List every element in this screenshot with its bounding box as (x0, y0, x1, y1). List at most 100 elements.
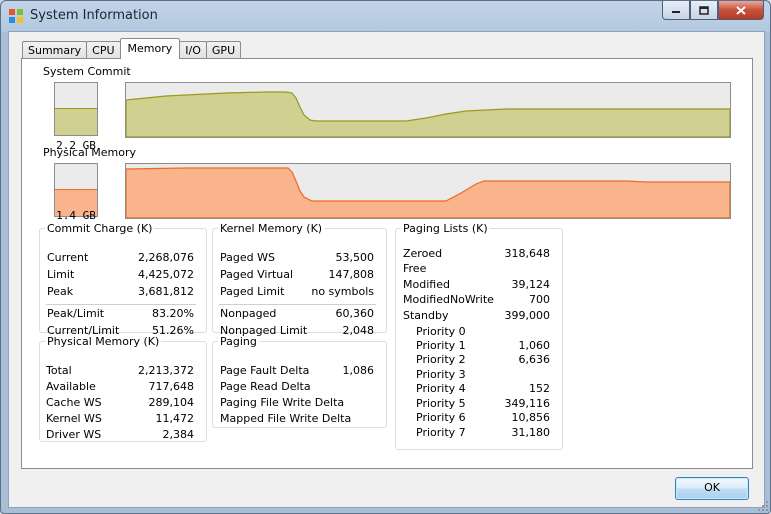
pm-available-row: Available 717,648 (40, 380, 206, 395)
pl-priority-5-value: 349,116 (504, 397, 551, 410)
system-information-window: System Information Summary CPU Memory I/… (0, 0, 771, 514)
tab-summary[interactable]: Summary (22, 41, 88, 59)
pm-driver-ws-label: Driver WS (46, 428, 102, 441)
physical-memory-title: Physical Memory (K) (47, 335, 160, 348)
commit-charge-group: Commit Charge (K) Current 2,268,076 Limit… (39, 222, 207, 337)
pl-zeroed-label: Zeroed (403, 247, 443, 260)
app-icon (9, 9, 23, 23)
commit-peak-row: Peak 3,681,812 (40, 285, 206, 300)
system-commit-label: System Commit (43, 65, 131, 78)
commit-charge-title: Commit Charge (K) (47, 222, 153, 235)
pm-driver-ws-value: 2,384 (162, 428, 195, 441)
pm-total-value: 2,213,372 (138, 364, 194, 377)
pl-priority-5-row: Priority 5 349,116 (396, 397, 562, 412)
dialog-client: Summary CPU Memory I/O GPU System Commit… (8, 31, 765, 508)
tab-gpu[interactable]: GPU (205, 41, 242, 59)
pl-priority-6-value: 10,856 (511, 411, 551, 424)
peak-limit-label: Peak/Limit (47, 307, 105, 320)
pl-modified-nowrite-row: ModifiedNoWrite 700 (396, 293, 562, 308)
km-paged-limit-label: Paged Limit (220, 285, 285, 298)
pl-priority-5-label: Priority 5 (416, 397, 466, 410)
minimize-button[interactable] (662, 1, 690, 20)
pl-priority-6-label: Priority 6 (416, 411, 466, 424)
pm-kernel-ws-label: Kernel WS (46, 412, 102, 425)
pl-zeroed-row: Zeroed 318,648 (396, 247, 562, 262)
paging-lists-title: Paging Lists (K) (403, 222, 488, 235)
pl-priority-1-label: Priority 1 (416, 339, 466, 352)
km-paged-ws-label: Paged WS (220, 251, 275, 264)
resize-grip-icon[interactable] (757, 500, 769, 512)
paging-file-write-delta-label: Paging File Write Delta (220, 396, 345, 409)
pl-priority-7-row: Priority 7 31,180 (396, 426, 562, 441)
pm-cache-ws-value: 289,104 (148, 396, 195, 409)
pl-standby-value: 399,000 (504, 309, 551, 322)
pl-modified-nowrite-label: ModifiedNoWrite (403, 293, 494, 306)
commit-limit-value: 4,425,072 (138, 268, 194, 281)
physical-memory-value: 1.4 GB (56, 209, 96, 222)
pl-priority-0-row: Priority 0 (396, 325, 562, 340)
pm-cache-ws-row: Cache WS 289,104 (40, 396, 206, 411)
close-button[interactable] (718, 1, 764, 20)
km-paged-virtual-row: Paged Virtual 147,808 (213, 268, 386, 283)
km-paged-limit-row: Paged Limit no symbols (213, 285, 386, 300)
commit-current-value: 2,268,076 (138, 251, 194, 264)
memory-tab-panel: System Commit 2.2 GB Physical Memory 1.4… (21, 58, 753, 469)
paging-file-write-delta-row: Paging File Write Delta (213, 396, 386, 411)
pl-priority-2-label: Priority 2 (416, 353, 466, 366)
commit-peak-label: Peak (47, 285, 74, 298)
paging-fault-delta-value: 1,086 (342, 364, 375, 377)
pl-priority-3-row: Priority 3 (396, 368, 562, 383)
tab-memory[interactable]: Memory (119, 38, 181, 59)
peak-limit-value: 83.20% (152, 307, 194, 320)
tab-cpu[interactable]: CPU (86, 41, 121, 59)
pl-modified-label: Modified (403, 278, 450, 291)
km-paged-ws-row: Paged WS 53,500 (213, 251, 386, 266)
pl-priority-4-value: 152 (529, 382, 550, 395)
pm-available-label: Available (46, 380, 96, 393)
kernel-memory-title: Kernel Memory (K) (220, 222, 323, 235)
pl-priority-4-label: Priority 4 (416, 382, 466, 395)
pm-kernel-ws-row: Kernel WS 11,472 (40, 412, 206, 427)
commit-limit-label: Limit (47, 268, 75, 281)
pm-cache-ws-label: Cache WS (46, 396, 102, 409)
pl-priority-1-row: Priority 1 1,060 (396, 339, 562, 354)
maximize-button[interactable] (690, 1, 718, 20)
page-read-delta-label: Page Read Delta (220, 380, 311, 393)
kernel-memory-group: Kernel Memory (K) Paged WS 53,500 Paged V… (212, 222, 387, 337)
km-paged-ws-value: 53,500 (335, 251, 375, 264)
pl-modified-value: 39,124 (511, 278, 551, 291)
mapped-file-write-delta-row: Mapped File Write Delta (213, 412, 386, 427)
pl-standby-label: Standby (403, 309, 449, 322)
pm-kernel-ws-value: 11,472 (155, 412, 195, 425)
km-paged-limit-value: no symbols (311, 285, 374, 298)
physical-memory-graph-label: Physical Memory (43, 146, 136, 159)
commit-current-label: Current (47, 251, 89, 264)
commit-separator (46, 304, 196, 305)
pm-total-row: Total 2,213,372 (40, 364, 206, 379)
commit-peak-value: 3,681,812 (138, 285, 194, 298)
commit-limit-row: Limit 4,425,072 (40, 268, 206, 283)
pm-driver-ws-row: Driver WS 2,384 (40, 428, 206, 443)
peak-limit-row: Peak/Limit 83.20% (40, 307, 206, 322)
title-bar[interactable]: System Information (1, 1, 770, 31)
pl-modified-row: Modified 39,124 (396, 278, 562, 293)
pl-priority-3-label: Priority 3 (416, 368, 466, 381)
system-commit-history-graph (125, 82, 731, 138)
maximize-icon (699, 5, 709, 15)
pl-priority-7-value: 31,180 (511, 426, 551, 439)
paging-lists-group: Paging Lists (K) Zeroed 318,648 Free Modi… (395, 222, 563, 450)
paging-group: Paging Page Fault Delta 1,086 Page Read D… (212, 335, 387, 428)
pl-zeroed-value: 318,648 (504, 247, 551, 260)
pl-priority-6-row: Priority 6 10,856 (396, 411, 562, 426)
pm-total-label: Total (46, 364, 72, 377)
system-commit-bar-fill (55, 108, 97, 135)
km-paged-virtual-value: 147,808 (328, 268, 375, 281)
pl-modified-nowrite-value: 700 (529, 293, 550, 306)
page-read-delta-row: Page Read Delta (213, 380, 386, 395)
ok-button[interactable]: OK (675, 477, 749, 500)
physical-memory-area (126, 167, 730, 218)
minimize-icon (672, 11, 680, 13)
paging-fault-delta-label: Page Fault Delta (220, 364, 310, 377)
tab-io[interactable]: I/O (179, 41, 207, 59)
pl-priority-2-row: Priority 2 6,636 (396, 353, 562, 368)
